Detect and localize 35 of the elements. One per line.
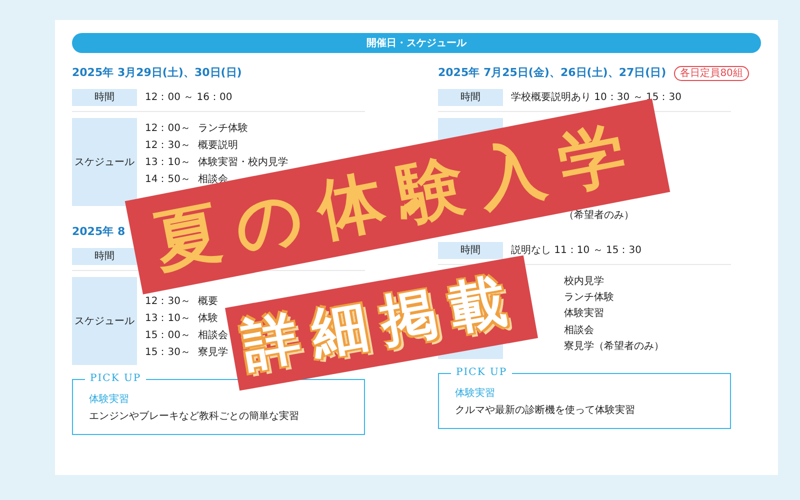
time-label: 時間 — [438, 242, 503, 259]
session-date: 2025年 3月29日(土)、30日(日) — [72, 64, 242, 81]
schedule-activity: 寮見学 — [198, 346, 228, 360]
schedule-time: 13：10～ — [145, 157, 190, 168]
schedule-activity: 体験 — [198, 312, 218, 326]
schedule-time: 15：00～ — [145, 330, 190, 341]
schedule-activity: （希望者のみ） — [564, 208, 634, 223]
schedule-time: 14：50～ — [145, 174, 190, 185]
schedule-activity: 相談会 — [198, 328, 228, 343]
time-label: 時間 — [72, 248, 137, 265]
schedule-time: 13：10～ — [145, 313, 190, 324]
capacity-badge: 各日定員80組 — [674, 66, 749, 80]
pickup-text: クルマや最新の診断機を使って体験実習 — [455, 404, 636, 418]
schedule-time: 12：30～ — [145, 140, 190, 151]
time-value: 説明なし 11：10 ～ 15：30 — [510, 244, 642, 258]
schedule-time: 12：00～ — [145, 123, 190, 134]
session-date: 2025年 7月25日(金)、26日(土)、27日(日) — [438, 64, 666, 81]
schedule-label: スケジュール — [72, 118, 137, 206]
schedule-label: スケジュール — [72, 277, 137, 365]
schedule-activity: 概要説明 — [198, 138, 238, 153]
section-header: 開催日・スケジュール — [72, 33, 761, 53]
schedule-activity: ランチ体験 — [198, 122, 248, 136]
schedule-activity: 体験実習 — [564, 306, 604, 322]
schedule-activity: 校内見学 — [564, 274, 604, 289]
schedule-activity: 相談会 — [564, 324, 594, 338]
schedule-activity: 体験実習・校内見学 — [198, 156, 288, 170]
time-label: 時間 — [72, 89, 137, 106]
pickup-title: 体験実習 — [89, 392, 130, 407]
schedule-activity: 寮見学（希望者のみ） — [564, 340, 664, 354]
time-label: 時間 — [438, 89, 503, 106]
schedule-time: 12：30～ — [145, 296, 190, 307]
pickup-text: エンジンやブレーキなど教科ごとの簡単な実習 — [89, 410, 300, 424]
session-date: 2025年 8 — [72, 224, 126, 240]
schedule-time: 15：30～ — [145, 347, 190, 358]
schedule-activity: 概要 — [198, 294, 218, 309]
